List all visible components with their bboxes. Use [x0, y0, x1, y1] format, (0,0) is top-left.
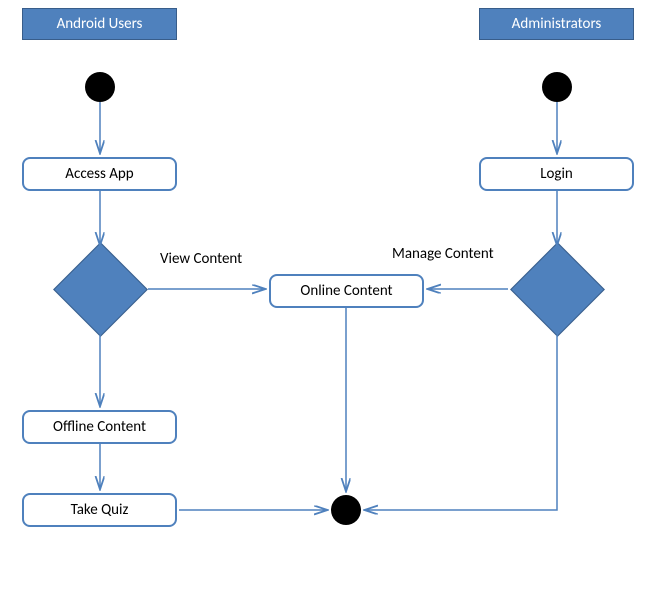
action-online-content: Online Content: [269, 274, 424, 308]
swimlane-header-android-users: Android Users: [22, 8, 177, 40]
initial-node-right: [542, 72, 572, 102]
swimlane-header-administrators: Administrators: [479, 8, 634, 40]
initial-node-left: [85, 72, 115, 102]
final-node: [331, 495, 361, 525]
action-take-quiz: Take Quiz: [22, 493, 177, 527]
decision-right: [510, 242, 605, 337]
action-offline-content: Offline Content: [22, 410, 177, 444]
decision-left: [53, 242, 148, 337]
edge-label-view-content: View Content: [160, 250, 242, 268]
action-access-app: Access App: [22, 157, 177, 191]
action-login: Login: [479, 157, 634, 191]
edge-label-manage-content: Manage Content: [392, 245, 494, 263]
